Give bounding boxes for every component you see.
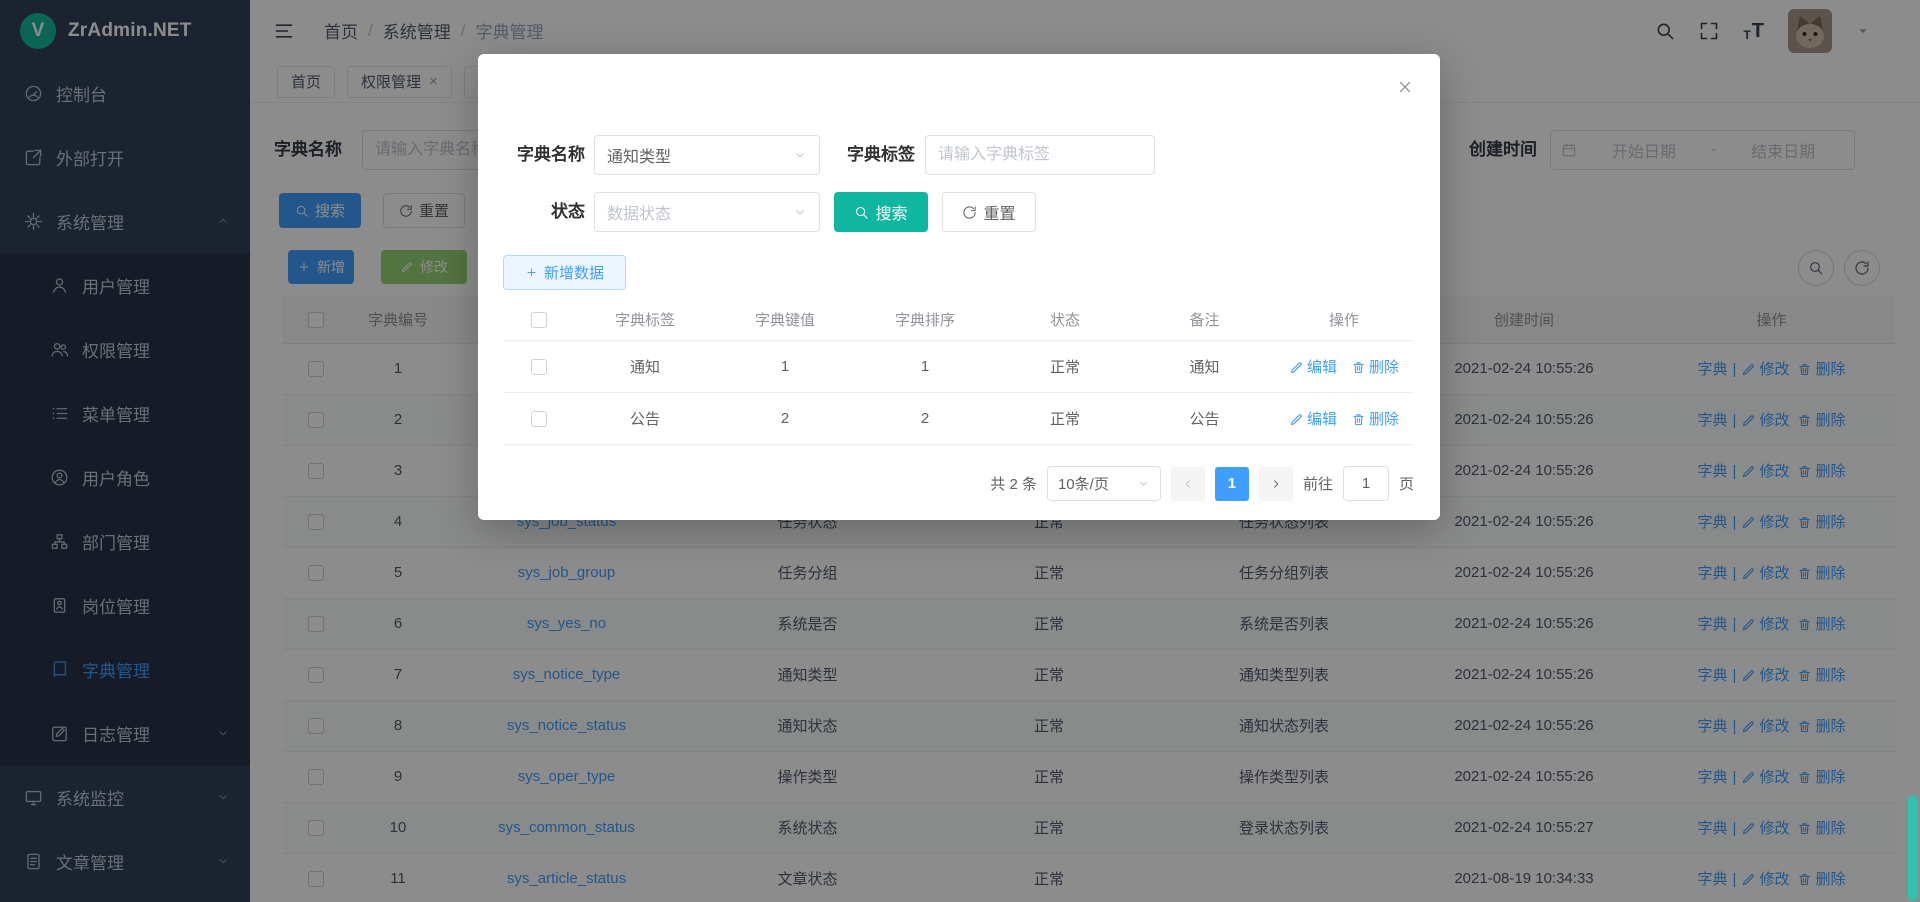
goto-label: 前往 [1303, 473, 1333, 494]
chevron-down-icon [1137, 477, 1150, 490]
row-delete-link[interactable]: 删除 [1351, 359, 1399, 376]
pagination-total: 共 2 条 [990, 473, 1037, 494]
dialog-close-button[interactable] [1396, 78, 1414, 99]
cell-value: 2 [715, 392, 855, 444]
modal-search-button[interactable]: 搜索 [834, 192, 928, 232]
goto-page-input[interactable] [1343, 466, 1389, 501]
page-scrollbar[interactable] [1908, 795, 1918, 901]
modal-dict-label-input[interactable] [925, 135, 1155, 175]
dict-data-dialog: 字典名称 通知类型 字典标签 状态 数据状态 搜索 重置 新增数据 字典标签字典… [478, 54, 1440, 520]
modal-dict-name-select[interactable]: 通知类型 [594, 135, 820, 175]
cell-status: 正常 [995, 392, 1135, 444]
row-checkbox[interactable] [531, 411, 547, 427]
row-delete-link[interactable]: 删除 [1351, 411, 1399, 428]
row-checkbox[interactable] [531, 359, 547, 375]
chevron-left-icon [1181, 477, 1195, 491]
dialog-table-head-row: 字典标签字典键值字典排序状态备注操作 [503, 300, 1414, 340]
selected-dict-name: 通知类型 [607, 143, 671, 167]
pencil-icon [1289, 412, 1304, 427]
chevron-down-icon [793, 148, 807, 162]
column-header: 字典排序 [855, 300, 995, 340]
trash-icon [1351, 412, 1366, 427]
plus-icon [525, 266, 538, 279]
modal-status-label: 状态 [504, 192, 585, 232]
modal-reset-button[interactable]: 重置 [942, 192, 1036, 232]
cell-sort: 1 [855, 340, 995, 392]
row-edit-link[interactable]: 编辑 [1289, 411, 1337, 428]
column-header: 状态 [995, 300, 1135, 340]
pencil-icon [1289, 360, 1304, 375]
column-header: 操作 [1274, 300, 1414, 340]
dialog-table-body: 通知11正常通知编辑删除公告22正常公告编辑删除 [503, 340, 1414, 444]
dialog-pagination: 共 2 条 10条/页 1 前往 页 [503, 466, 1414, 501]
column-header: 字典标签 [575, 300, 715, 340]
status-placeholder: 数据状态 [607, 200, 671, 224]
page-size-select[interactable]: 10条/页 [1047, 466, 1161, 501]
dialog-table: 字典标签字典键值字典排序状态备注操作 通知11正常通知编辑删除公告22正常公告编… [503, 300, 1414, 445]
close-icon [1396, 78, 1414, 96]
dialog-table-row: 公告22正常公告编辑删除 [503, 392, 1414, 444]
page-unit-label: 页 [1399, 473, 1414, 494]
cell-label: 通知 [575, 340, 715, 392]
dialog-select-all-checkbox[interactable] [531, 312, 547, 328]
dialog-table-wrap: 字典标签字典键值字典排序状态备注操作 通知11正常通知编辑删除公告22正常公告编… [503, 300, 1414, 445]
chevron-down-icon [793, 205, 807, 219]
chevron-right-icon [1269, 477, 1283, 491]
dialog-table-row: 通知11正常通知编辑删除 [503, 340, 1414, 392]
prev-page-button[interactable] [1171, 467, 1205, 501]
modal-dict-label-label: 字典标签 [838, 135, 915, 175]
modal-dict-name-label: 字典名称 [504, 135, 585, 175]
trash-icon [1351, 360, 1366, 375]
cell-label: 公告 [575, 392, 715, 444]
add-data-button[interactable]: 新增数据 [503, 255, 626, 290]
search-icon [854, 205, 869, 220]
column-header: 备注 [1135, 300, 1274, 340]
page-number-button[interactable]: 1 [1215, 467, 1249, 501]
row-edit-link[interactable]: 编辑 [1289, 359, 1337, 376]
next-page-button[interactable] [1259, 467, 1293, 501]
column-header: 字典键值 [715, 300, 855, 340]
cell-sort: 2 [855, 392, 995, 444]
modal-status-select[interactable]: 数据状态 [594, 192, 820, 232]
cell-value: 1 [715, 340, 855, 392]
cell-remark: 公告 [1135, 392, 1274, 444]
cell-remark: 通知 [1135, 340, 1274, 392]
refresh-icon [962, 205, 977, 220]
cell-status: 正常 [995, 340, 1135, 392]
